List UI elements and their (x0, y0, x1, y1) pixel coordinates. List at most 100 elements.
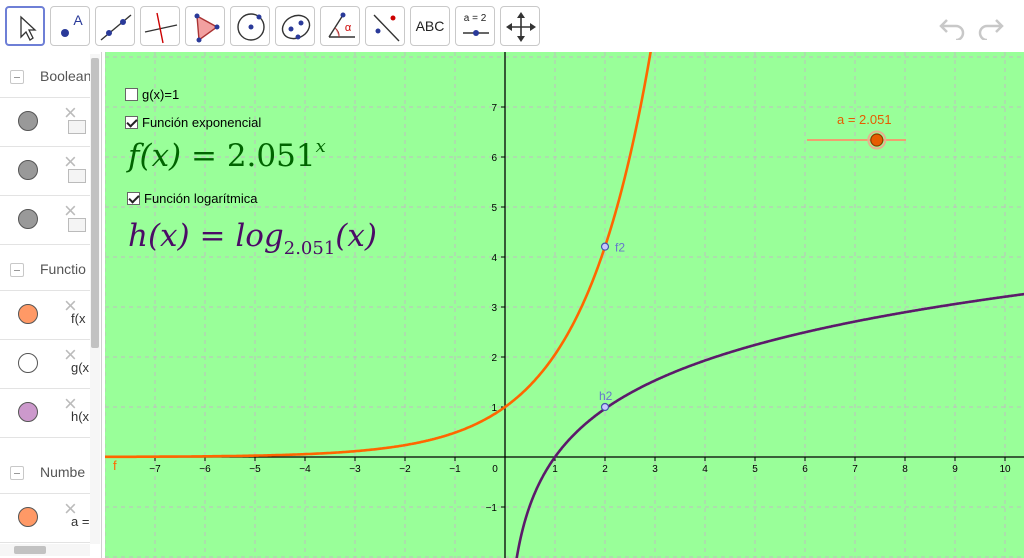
x-tick-label: −6 (199, 464, 211, 475)
checkbox-control[interactable] (68, 218, 86, 232)
text-tool-label: ABC (415, 18, 445, 34)
redo-button[interactable] (975, 12, 1005, 42)
x-tick-label: 5 (752, 464, 758, 475)
checkbox-box[interactable] (125, 116, 138, 129)
x-tick-label: 9 (952, 464, 958, 475)
point-label-f2: f2 (615, 241, 625, 255)
ellipse-icon (281, 14, 311, 40)
line-tool-button[interactable] (95, 6, 135, 46)
polygon-tool-button[interactable] (185, 6, 225, 46)
vertical-scrollbar[interactable] (90, 54, 100, 544)
move-view-tool-button[interactable] (500, 6, 540, 46)
visibility-toggle[interactable] (18, 402, 38, 422)
formula-f: f(x) = 2.051x (128, 136, 326, 174)
circle-icon (237, 13, 265, 41)
checkbox-control[interactable] (68, 120, 86, 134)
algebra-row[interactable]: × a = (0, 494, 90, 543)
y-tick-label: 2 (491, 353, 497, 364)
slider-tool-button[interactable]: a = 2 (455, 6, 495, 46)
algebra-row[interactable]: × f(x (0, 291, 90, 340)
x-tick-label: 4 (702, 464, 708, 475)
collapse-icon[interactable] (10, 70, 24, 84)
circle-tool-button[interactable] (230, 6, 270, 46)
checkbox-g[interactable]: g(x)=1 (125, 87, 179, 102)
reflect-tool-button[interactable] (365, 6, 405, 46)
y-tick-label: 3 (491, 303, 497, 314)
x-tick-label: −7 (149, 464, 161, 475)
x-tick-label: −1 (449, 464, 461, 475)
object-text: h(x (71, 409, 90, 424)
slider-icon (463, 30, 489, 36)
algebra-row[interactable]: × (0, 196, 90, 245)
redo-icon (978, 19, 1004, 42)
visibility-toggle[interactable] (18, 353, 38, 373)
point-h2 (600, 402, 610, 412)
group-boolean[interactable]: Boolean (0, 52, 92, 98)
text-tool-button[interactable]: ABC (410, 6, 450, 46)
visibility-toggle[interactable] (18, 507, 38, 527)
y-tick-label: 4 (491, 253, 497, 264)
angle-tool-button[interactable]: α (320, 6, 360, 46)
slider-handle[interactable] (870, 133, 884, 147)
perpendicular-line-icon (144, 12, 178, 44)
checkbox-box[interactable] (127, 192, 140, 205)
scroll-thumb[interactable] (14, 546, 46, 554)
pointer-icon (20, 15, 37, 41)
algebra-view: Boolean × × × Functio × f(x × g(x × h(x … (0, 52, 102, 558)
checkbox-exponential[interactable]: Función exponencial (125, 115, 261, 130)
object-text: g(x (71, 360, 90, 375)
undo-button[interactable] (938, 12, 968, 42)
formula-base: 2.051 (226, 138, 316, 174)
group-number[interactable]: Numbe (0, 448, 90, 494)
algebra-row[interactable]: × (0, 98, 90, 147)
slider-label: a = 2.051 (837, 112, 892, 127)
algebra-row[interactable]: × g(x (0, 340, 90, 389)
x-tick-label: −3 (349, 464, 361, 475)
x-tick-label: 6 (802, 464, 808, 475)
object-text: f(x (71, 311, 86, 326)
move-tool-button[interactable] (5, 6, 45, 46)
point-tool-button[interactable]: A (50, 6, 90, 46)
reflect-icon (373, 14, 400, 42)
collapse-icon[interactable] (10, 263, 24, 277)
visibility-toggle[interactable] (18, 209, 38, 229)
point-label-h2: h2 (599, 389, 613, 403)
group-label: Numbe (40, 464, 86, 480)
formula-exponent: x (315, 136, 326, 157)
point-tool-letter: A (73, 12, 83, 28)
angle-tool-letter: α (344, 22, 352, 34)
checkbox-control[interactable] (68, 169, 86, 183)
algebra-row[interactable]: × (0, 147, 90, 196)
checkbox-label: Función exponencial (142, 115, 262, 130)
move-view-icon (506, 12, 536, 42)
x-tick-label: 3 (652, 464, 658, 475)
x-tick-label: −5 (249, 464, 261, 475)
visibility-toggle[interactable] (18, 160, 38, 180)
x-tick-label: 0 (492, 464, 498, 475)
toolbar: A α ABC a = 2 (0, 0, 1024, 52)
algebra-row[interactable]: × h(x (0, 389, 90, 438)
visibility-toggle[interactable] (18, 304, 38, 324)
polygon-icon (194, 13, 220, 43)
checkbox-box[interactable] (125, 88, 138, 101)
formula-lhs: f(x) = (128, 138, 227, 174)
graphics-view[interactable]: −7 −6 −5 −4 −3 −2 −1 0 1 2 3 4 5 6 7 8 9 10 7 6 5 4 3 2 1 −1 f f2 h2… (105, 52, 1024, 558)
formula-h: h(x) = log2.051(x) (128, 218, 377, 259)
group-function[interactable]: Functio (0, 245, 90, 291)
perpendicular-tool-button[interactable] (140, 6, 180, 46)
x-tick-label: 1 (552, 464, 558, 475)
ellipse-tool-button[interactable] (275, 6, 315, 46)
checkbox-label: g(x)=1 (142, 87, 180, 102)
checkbox-label: Función logarítmica (144, 191, 258, 206)
y-tick-label: −1 (486, 503, 498, 514)
checkbox-logarithmic[interactable]: Función logarítmica (127, 191, 257, 206)
y-tick-label: 7 (491, 103, 497, 114)
formula-base: 2.051 (283, 238, 336, 259)
x-tick-label: 7 (852, 464, 858, 475)
collapse-icon[interactable] (10, 466, 24, 480)
group-label: Boolean (40, 68, 92, 84)
horizontal-scrollbar[interactable] (0, 544, 90, 556)
x-tick-label: −4 (299, 464, 311, 475)
scroll-thumb[interactable] (91, 58, 99, 348)
visibility-toggle[interactable] (18, 111, 38, 131)
